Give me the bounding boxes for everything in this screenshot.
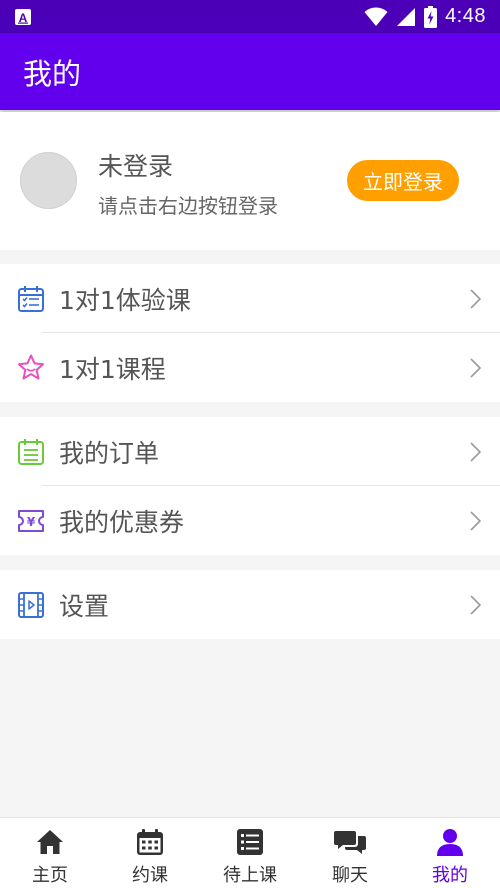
film-icon	[18, 591, 44, 618]
nav-item-upcoming[interactable]: 待上课	[200, 818, 300, 888]
wifi-icon	[364, 7, 388, 26]
chevron-right-icon	[470, 510, 482, 531]
menu-item-trial-course[interactable]: 1对1体验课	[0, 264, 500, 333]
menu-item-settings[interactable]: 设置	[0, 570, 500, 639]
menu-item-course[interactable]: 1对1课程	[0, 333, 500, 402]
svg-text:¥: ¥	[27, 515, 36, 529]
app-bar: 我的	[0, 33, 500, 110]
menu-item-label: 我的优惠券	[59, 507, 185, 537]
calendar-icon	[137, 829, 163, 855]
menu-item-label: 1对1体验课	[59, 285, 191, 315]
chevron-right-icon	[470, 441, 482, 462]
status-bar: A 4:48	[0, 0, 500, 33]
profile-card: 未登录 请点击右边按钮登录 立即登录	[0, 112, 500, 250]
star-icon	[18, 354, 44, 379]
page-title: 我的	[23, 56, 82, 91]
nav-label: 我的	[432, 865, 468, 886]
coupon-icon: ¥	[18, 509, 44, 532]
list-icon	[237, 829, 263, 855]
menu-item-label: 设置	[59, 591, 110, 621]
profile-hint: 请点击右边按钮登录	[98, 194, 278, 218]
menu-group-courses: 1对1体验课 1对1课程	[0, 264, 500, 402]
menu-group-settings: 设置	[0, 570, 500, 639]
menu-item-label: 1对1课程	[59, 354, 166, 384]
nav-item-mine[interactable]: 我的	[400, 818, 500, 888]
home-icon	[37, 830, 63, 854]
notification-icon: A	[15, 8, 31, 25]
menu-item-orders[interactable]: 我的订单	[0, 417, 500, 486]
nav-item-home[interactable]: 主页	[0, 818, 100, 888]
nav-label: 主页	[32, 865, 68, 886]
nav-label: 待上课	[223, 865, 277, 886]
chevron-right-icon	[470, 594, 482, 615]
calendar-list-icon	[18, 285, 44, 312]
person-icon	[437, 829, 463, 856]
nav-label: 聊天	[332, 865, 368, 886]
bottom-nav: 主页 约课 待上课 聊天 我的	[0, 817, 500, 888]
login-button[interactable]: 立即登录	[347, 160, 459, 201]
order-calendar-icon	[18, 438, 44, 465]
status-left: A	[14, 8, 32, 26]
menu-item-label: 我的订单	[59, 438, 160, 468]
nav-item-book-class[interactable]: 约课	[100, 818, 200, 888]
nav-label: 约课	[132, 865, 168, 886]
menu-group-orders: 我的订单 ¥ 我的优惠券	[0, 417, 500, 555]
signal-icon	[397, 7, 416, 26]
menu-item-coupons[interactable]: ¥ 我的优惠券	[0, 486, 500, 555]
chat-icon	[334, 831, 366, 854]
avatar	[20, 152, 77, 209]
nav-item-chat[interactable]: 聊天	[300, 818, 400, 888]
status-right: 4:48	[364, 5, 486, 28]
status-time: 4:48	[445, 5, 486, 27]
chevron-right-icon	[470, 288, 482, 309]
battery-charging-icon	[424, 5, 438, 28]
profile-name: 未登录	[98, 152, 174, 181]
chevron-right-icon	[470, 357, 482, 378]
